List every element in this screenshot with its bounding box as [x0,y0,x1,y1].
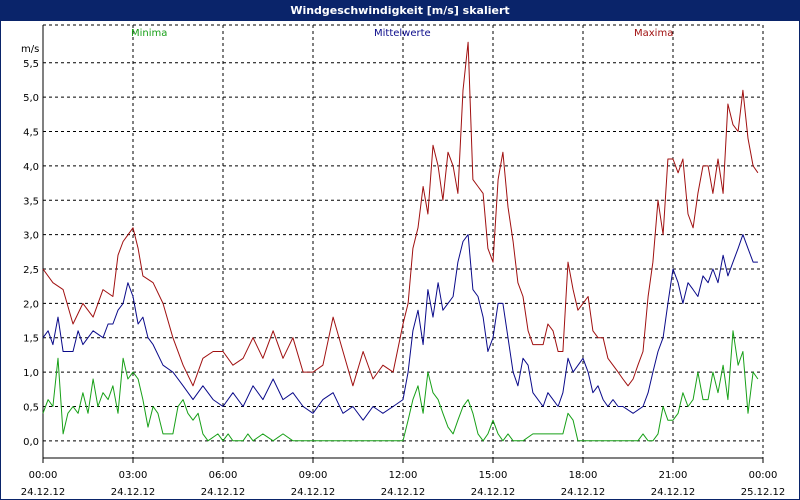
series-lines [42,41,759,442]
x-tick-time: 03:00 [119,470,148,481]
x-tick-time: 21:00 [659,470,688,481]
series-line-minima [42,330,759,442]
y-tick-label: 4,5 [23,128,39,139]
x-tick-date: 24.12.12 [201,487,246,498]
window-title: Windgeschwindigkeit [m/s] skaliert [1,1,799,21]
x-tick-date: 24.12.12 [291,487,336,498]
chart-canvas: 0,0 0,5 1,0 1,5 2,0 2,5 3,0 3,5 4,0 4,5 5,0 5,5 00:0… [21,24,786,498]
y-tick-label: 5,0 [23,93,39,104]
y-axis-label: m/s [21,44,39,55]
y-tick-label: 0,5 [23,402,39,413]
y-tick-label: 3,5 [23,196,39,207]
legend-mittelwerte: Mittelwerte [374,28,431,39]
chart-window: Windgeschwindigkeit [m/s] skaliert 0,0 0,… [0,0,800,500]
y-tick-label: 3,0 [23,231,39,242]
x-tick-time: 18:00 [569,470,598,481]
legend: Minima Mittelwerte Maxima m/s [21,28,673,55]
x-tick-date: 24.12.12 [651,487,696,498]
x-tick-time: 15:00 [479,470,508,481]
y-tick-label: 2,0 [23,299,39,310]
y-tick-label: 4,0 [23,162,39,173]
series-line-mittelwerte [42,234,758,421]
y-tick-label: 1,0 [23,368,39,379]
x-tick-time: 06:00 [209,470,238,481]
x-tick-date: 24.12.12 [561,487,606,498]
legend-minima: Minima [131,28,167,39]
x-tick-date: 25.12.12 [741,487,786,498]
y-tick-label: 1,5 [23,334,39,345]
x-tick-time: 09:00 [299,470,328,481]
x-tick-date: 24.12.12 [381,487,426,498]
x-tick-time: 00:00 [749,470,778,481]
x-tick-time: 00:00 [29,470,58,481]
y-tick-label: 0,0 [23,437,39,448]
x-tick-time: 12:00 [389,470,418,481]
x-tick-date: 24.12.12 [21,487,66,498]
y-tick-label: 5,5 [23,59,39,70]
x-tick-date: 24.12.12 [111,487,156,498]
x-tick-date: 24.12.12 [471,487,516,498]
y-tick-label: 2,5 [23,265,39,276]
legend-maxima: Maxima [634,28,673,39]
series-line-maxima [42,41,759,387]
